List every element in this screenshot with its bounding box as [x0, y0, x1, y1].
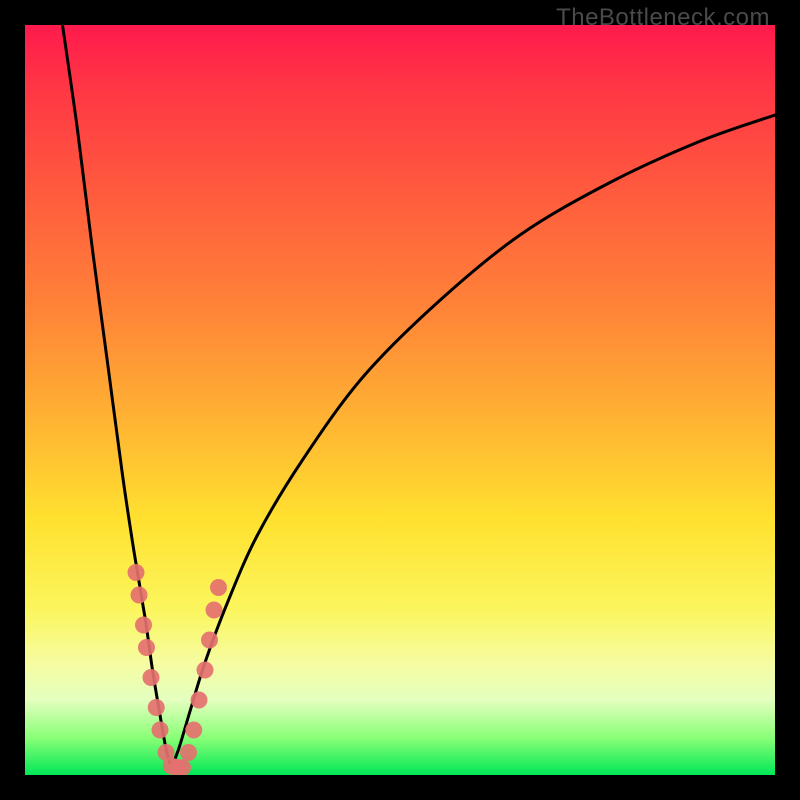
- data-point: [185, 722, 202, 739]
- data-point: [206, 602, 223, 619]
- curve-left-branch: [63, 25, 172, 768]
- data-point: [135, 617, 152, 634]
- data-point: [191, 692, 208, 709]
- data-point-group: [128, 564, 228, 775]
- curve-right-branch: [171, 115, 775, 768]
- data-point: [131, 587, 148, 604]
- data-point: [148, 699, 165, 716]
- data-point: [152, 722, 169, 739]
- data-point: [138, 639, 155, 656]
- data-point: [201, 632, 218, 649]
- watermark-text: TheBottleneck.com: [556, 4, 770, 32]
- data-point: [180, 744, 197, 761]
- data-point: [143, 669, 160, 686]
- chart-frame: TheBottleneck.com: [0, 0, 800, 800]
- data-point: [128, 564, 145, 581]
- data-point: [210, 579, 227, 596]
- plot-area: [25, 25, 775, 775]
- data-point: [197, 662, 214, 679]
- chart-overlay: [25, 25, 775, 775]
